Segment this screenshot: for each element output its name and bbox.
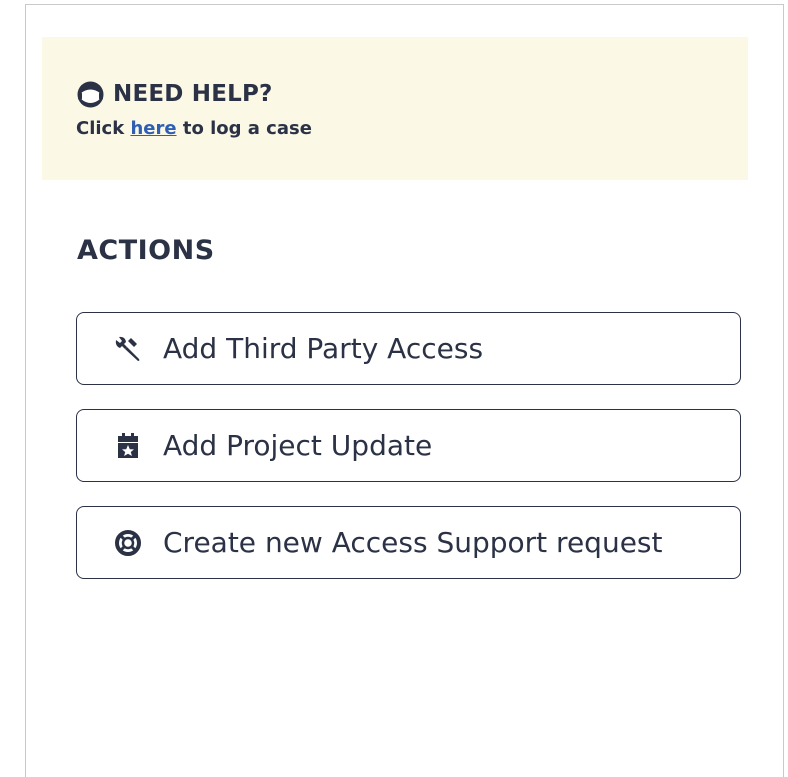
- actions-heading: ACTIONS: [77, 235, 215, 266]
- log-case-link[interactable]: here: [130, 118, 176, 139]
- add-third-party-access-button[interactable]: Add Third Party Access: [76, 312, 741, 385]
- log-case-suffix: to log a case: [176, 118, 312, 139]
- create-access-support-request-label: Create new Access Support request: [163, 526, 663, 559]
- log-case-text: Click here to log a case: [76, 118, 312, 139]
- need-help-box: NEED HELP? Click here to log a case: [42, 37, 748, 180]
- add-project-update-label: Add Project Update: [163, 429, 433, 462]
- add-project-update-button[interactable]: Add Project Update: [76, 409, 741, 482]
- add-third-party-access-label: Add Third Party Access: [163, 332, 484, 365]
- lifebuoy-icon: [113, 528, 143, 558]
- log-case-prefix: Click: [76, 118, 131, 139]
- calendar-star-icon: [113, 431, 143, 461]
- support-agent-icon: [76, 80, 105, 109]
- need-help-title: NEED HELP?: [113, 81, 273, 107]
- create-access-support-request-button[interactable]: Create new Access Support request: [76, 506, 741, 579]
- need-help-header: NEED HELP?: [76, 77, 273, 111]
- tools-icon: [113, 334, 143, 364]
